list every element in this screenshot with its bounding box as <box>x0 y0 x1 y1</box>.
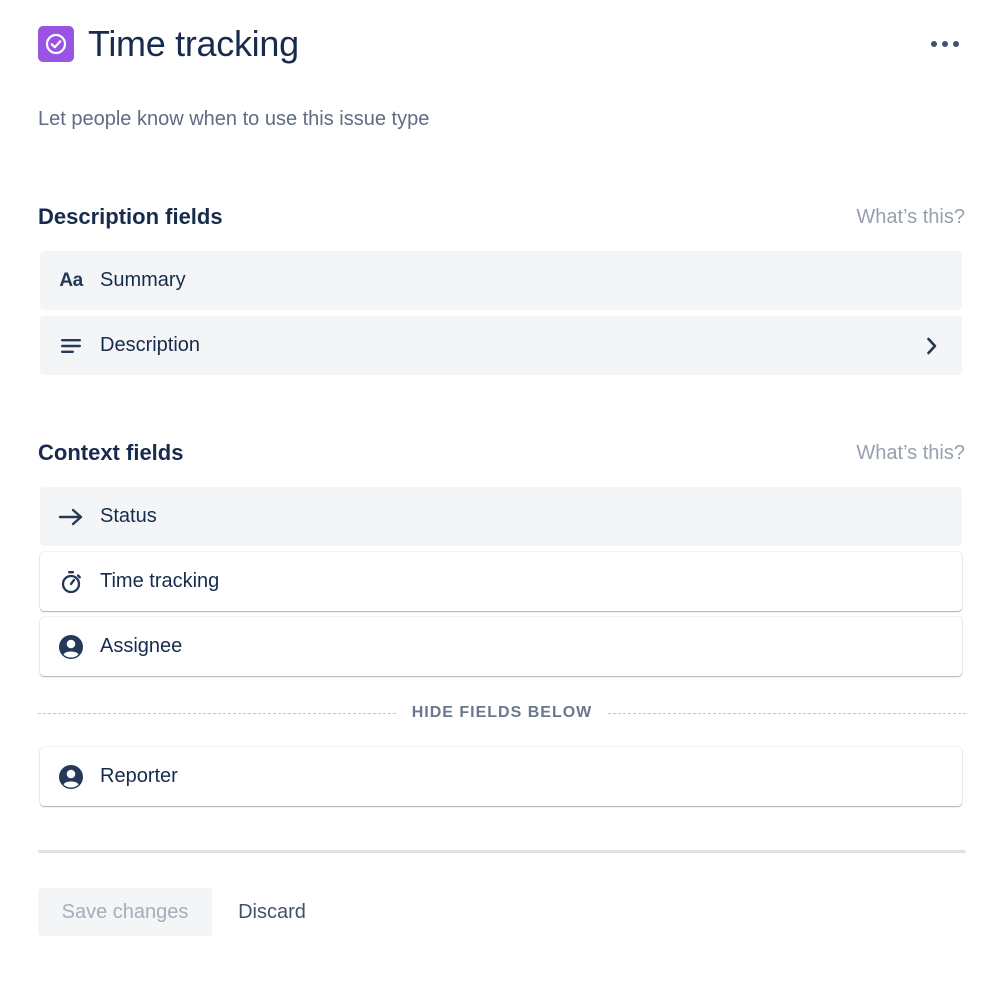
chevron-right-icon[interactable] <box>920 334 944 358</box>
field-label: Description <box>100 334 201 356</box>
description-whats-this-link[interactable]: What’s this? <box>856 206 965 229</box>
field-reporter[interactable]: Reporter <box>40 747 962 806</box>
field-label: Reporter <box>100 765 178 787</box>
field-label: Assignee <box>100 635 183 657</box>
field-description[interactable]: Description <box>40 316 962 375</box>
hide-fields-label: HIDE FIELDS BELOW <box>411 704 593 721</box>
discard-button[interactable]: Discard <box>222 888 322 936</box>
context-fields-title: Context fields <box>38 440 184 465</box>
field-label: Status <box>100 505 157 527</box>
description-fields-header: Description fields What’s this? <box>38 202 965 232</box>
person-circle-icon <box>56 632 86 662</box>
field-status[interactable]: Status <box>40 487 962 546</box>
more-options-button[interactable] <box>925 26 965 62</box>
issue-type-description-hint: Let people know when to use this issue t… <box>38 108 430 130</box>
field-label: Time tracking <box>100 570 220 592</box>
more-horizontal-icon <box>931 41 959 47</box>
text-lines-icon <box>56 331 86 361</box>
field-summary[interactable]: Aa Summary <box>40 251 962 310</box>
person-circle-icon <box>56 762 86 792</box>
stopwatch-icon <box>56 567 86 597</box>
panel-header: Time tracking <box>38 24 965 64</box>
context-whats-this-link[interactable]: What’s this? <box>856 442 965 465</box>
page-title: Time tracking <box>88 23 299 64</box>
footer-divider <box>38 850 966 853</box>
text-format-icon: Aa <box>59 269 83 291</box>
field-assignee[interactable]: Assignee <box>40 617 962 676</box>
issue-type-config-panel: Time tracking Let people know when to us… <box>0 0 999 986</box>
field-time-tracking[interactable]: Time tracking <box>40 552 962 611</box>
check-circle-icon <box>38 26 74 62</box>
context-fields-header: Context fields What’s this? <box>38 438 965 468</box>
field-label: Summary <box>100 269 186 291</box>
save-changes-button[interactable]: Save changes <box>38 888 212 936</box>
hide-fields-divider: HIDE FIELDS BELOW <box>38 702 966 724</box>
description-fields-title: Description fields <box>38 204 223 229</box>
arrow-right-icon <box>56 502 86 532</box>
